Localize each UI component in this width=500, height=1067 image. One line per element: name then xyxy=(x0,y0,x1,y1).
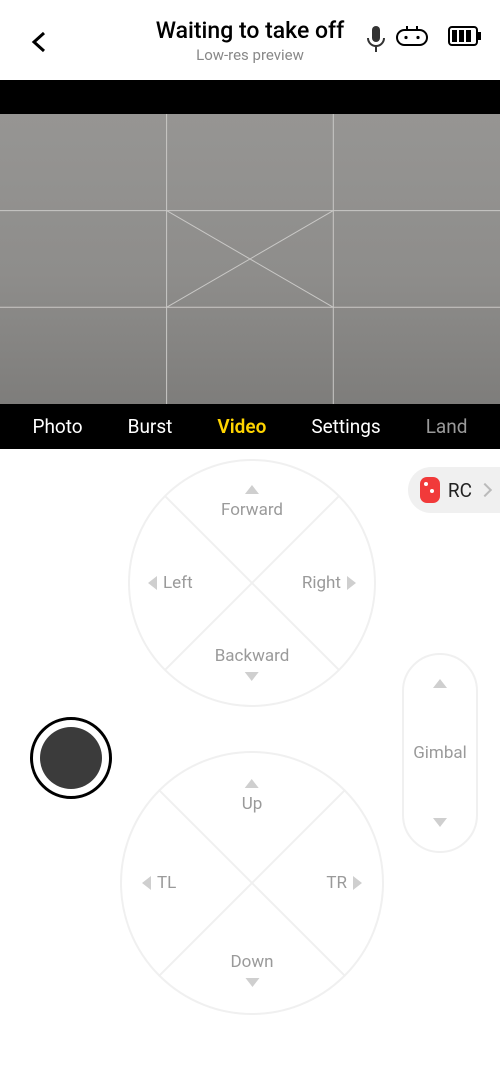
grid-overlay-icon xyxy=(0,114,500,404)
battery-icon[interactable] xyxy=(448,26,482,46)
tab-burst[interactable]: Burst xyxy=(128,415,173,438)
triangle-left-icon xyxy=(142,876,151,890)
triangle-down-icon xyxy=(245,978,259,987)
rc-mode-button[interactable]: RC xyxy=(408,467,500,513)
record-button[interactable] xyxy=(30,717,112,799)
dpad-right[interactable]: Right xyxy=(302,573,356,593)
chevron-left-icon xyxy=(29,31,51,53)
tab-settings[interactable]: Settings xyxy=(311,415,380,438)
rc-icon xyxy=(420,477,440,503)
dpad-tr[interactable]: TR xyxy=(326,873,362,893)
rc-label: RC xyxy=(448,479,472,502)
triangle-down-icon xyxy=(245,672,259,681)
dpad-down[interactable]: Down xyxy=(230,952,273,987)
triangle-left-icon xyxy=(148,576,157,590)
controller-icon[interactable] xyxy=(396,26,428,46)
dpad-forward-label: Forward xyxy=(221,500,283,520)
page-subtitle: Low-res preview xyxy=(156,46,345,64)
back-button[interactable] xyxy=(20,22,60,62)
gimbal-control[interactable]: Gimbal xyxy=(402,653,478,853)
gimbal-label: Gimbal xyxy=(413,743,467,763)
dpad-tr-label: TR xyxy=(326,873,347,893)
movement-dpad[interactable]: Forward Backward Left Right xyxy=(128,459,376,707)
record-inner-icon xyxy=(40,727,102,789)
dpad-up[interactable]: Up xyxy=(242,779,263,814)
dpad-tl-label: TL xyxy=(157,873,176,893)
preview-bar-top xyxy=(0,80,500,114)
triangle-right-icon xyxy=(347,576,356,590)
tab-video[interactable]: Video xyxy=(217,415,266,438)
page-title: Waiting to take off xyxy=(156,17,345,44)
dpad-down-label: Down xyxy=(230,952,273,972)
dpad-left[interactable]: Left xyxy=(148,573,193,593)
dpad-left-label: Left xyxy=(163,573,193,593)
camera-area: Photo Burst Video Settings Land xyxy=(0,80,500,449)
triangle-down-icon xyxy=(433,818,447,827)
dpad-backward[interactable]: Backward xyxy=(215,646,290,681)
mic-icon[interactable] xyxy=(366,26,386,54)
dpad-backward-label: Backward xyxy=(215,646,290,666)
triangle-up-icon xyxy=(433,679,447,688)
dpad-forward[interactable]: Forward xyxy=(221,485,283,520)
altitude-dpad[interactable]: Up Down TL TR xyxy=(120,751,384,1015)
tab-photo[interactable]: Photo xyxy=(32,415,82,438)
dpad-up-label: Up xyxy=(242,794,263,814)
triangle-right-icon xyxy=(353,876,362,890)
dpad-tl[interactable]: TL xyxy=(142,873,176,893)
control-panel: RC Forward Backward Left Right xyxy=(0,449,500,1067)
triangle-up-icon xyxy=(245,485,259,494)
header-icons xyxy=(396,26,482,46)
tab-land[interactable]: Land xyxy=(426,415,468,438)
triangle-up-icon xyxy=(245,779,259,788)
header-title-block: Waiting to take off Low-res preview xyxy=(156,17,345,64)
camera-mode-bar: Photo Burst Video Settings Land xyxy=(0,404,500,449)
chevron-right-icon xyxy=(478,483,492,497)
camera-preview[interactable] xyxy=(0,114,500,404)
header-bar: Waiting to take off Low-res preview xyxy=(0,0,500,80)
dpad-right-label: Right xyxy=(302,573,341,593)
